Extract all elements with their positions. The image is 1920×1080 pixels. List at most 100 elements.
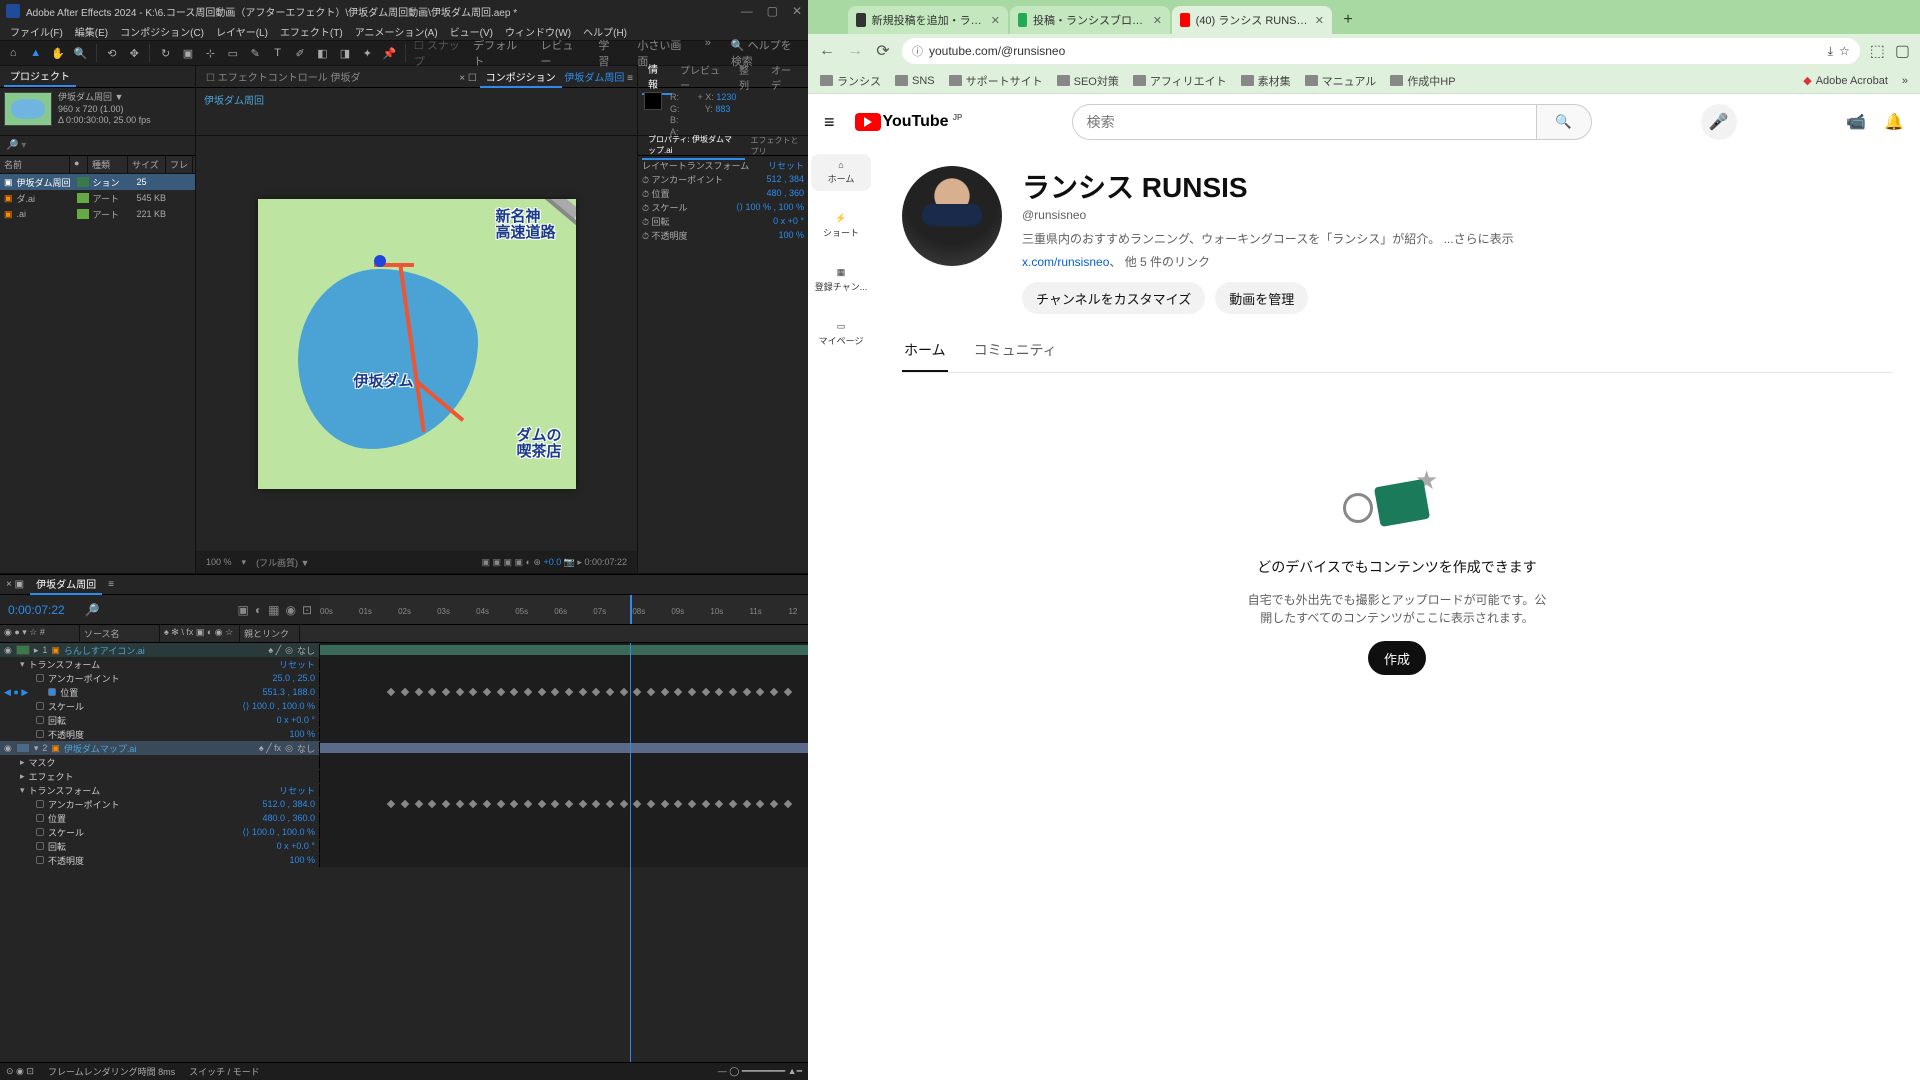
channel-links[interactable]: x.com/runsisneo、 他 5 件のリンク: [1022, 253, 1514, 270]
minimize-icon[interactable]: —: [741, 4, 753, 18]
tl-prop[interactable]: 回転0 x +0.0 °: [0, 839, 808, 853]
tl-prop[interactable]: アンカーポイント25.0 , 25.0: [0, 671, 808, 685]
sidebar-home[interactable]: ⌂ホーム: [811, 154, 871, 191]
search-button[interactable]: 🔍: [1536, 104, 1592, 140]
snap-label[interactable]: スナップ: [414, 40, 460, 68]
extensions-icon[interactable]: ⬚: [1870, 41, 1885, 61]
home-icon[interactable]: ⌂: [6, 45, 20, 61]
project-item[interactable]: ▣伊坂ダム周回ション25: [0, 174, 195, 190]
tab-community[interactable]: コミュニティ: [972, 330, 1059, 372]
customize-channel-button[interactable]: チャンネルをカスタマイズ: [1022, 282, 1205, 314]
anchor-tool-icon[interactable]: ⊹: [203, 45, 217, 61]
reload-button[interactable]: ⟳: [874, 42, 892, 60]
close-tab-icon[interactable]: ✕: [1315, 14, 1324, 27]
current-time[interactable]: 0:00:07:22: [8, 603, 65, 617]
tl-group[interactable]: ▾トランスフォームリセット: [0, 657, 808, 671]
selection-tool-icon[interactable]: ▲: [28, 45, 42, 61]
tl-group[interactable]: ▸マスク: [0, 755, 808, 769]
switch-mode[interactable]: スイッチ / モード: [189, 1065, 260, 1078]
orbit-tool-icon[interactable]: ⟲: [105, 45, 119, 61]
hand-tool-icon[interactable]: ✋: [51, 45, 65, 61]
shape-tool-icon[interactable]: ▭: [226, 45, 240, 61]
channel-description[interactable]: 三重県内のおすすめランニング、ウォーキングコースを「ランシス」が紹介。 ...さ…: [1022, 230, 1514, 247]
tl-prop[interactable]: 不透明度100 %: [0, 853, 808, 867]
tl-prop[interactable]: 位置480.0 , 360.0: [0, 811, 808, 825]
back-button[interactable]: ←: [818, 42, 836, 60]
create-icon[interactable]: 📹: [1846, 112, 1866, 132]
workspace-review[interactable]: レビュー: [541, 37, 579, 69]
install-icon[interactable]: ⤓: [1828, 44, 1833, 59]
restore-icon[interactable]: ▢: [1895, 41, 1910, 61]
tl-group[interactable]: ▸エフェクト: [0, 769, 808, 783]
menu-layer[interactable]: レイヤー(L): [212, 24, 272, 39]
bookmark-folder[interactable]: アフィリエイト: [1133, 73, 1227, 89]
bookmarks-overflow-icon[interactable]: »: [1902, 75, 1908, 87]
tl-prop[interactable]: アンカーポイント512.0 , 384.0: [0, 797, 808, 811]
camera-tool-icon[interactable]: ▣: [181, 45, 195, 61]
sidebar-subscriptions[interactable]: ▦登録チャン...: [811, 261, 871, 299]
info-tab[interactable]: 情報: [642, 59, 672, 95]
create-button[interactable]: 作成: [1368, 641, 1426, 675]
youtube-logo[interactable]: YouTubeJP: [855, 113, 963, 131]
close-tab-icon[interactable]: ✕: [991, 14, 1000, 27]
tl-prop[interactable]: スケール⟨⟩ 100.0 , 100.0 %: [0, 699, 808, 713]
rotate-tool-icon[interactable]: ↻: [158, 45, 172, 61]
hamburger-icon[interactable]: ≡: [824, 112, 835, 133]
workspace-learn[interactable]: 学習: [598, 37, 617, 69]
brush-tool-icon[interactable]: ✐: [293, 45, 307, 61]
viewer-canvas[interactable]: 新名神 高速道路 伊坂ダム ダムの 喫茶店: [196, 136, 637, 551]
audio-tab[interactable]: オーデ: [765, 60, 804, 94]
tl-group[interactable]: ▾トランスフォームリセット: [0, 783, 808, 797]
new-tab-button[interactable]: +: [1334, 6, 1362, 34]
bookmark-folder[interactable]: サポートサイト: [949, 73, 1043, 89]
tl-prop[interactable]: 不透明度100 %: [0, 727, 808, 741]
project-item[interactable]: ▣.aiアート221 KB: [0, 206, 195, 222]
tl-icon[interactable]: ▦: [268, 603, 279, 617]
preview-tab[interactable]: プレビュー: [674, 60, 731, 94]
site-info-icon[interactable]: ⓘ: [912, 43, 923, 59]
browser-tab[interactable]: 投稿・ランシスブログ｜三重流ラン✕: [1010, 6, 1170, 34]
puppet-tool-icon[interactable]: 📌: [383, 45, 397, 61]
bookmark-folder[interactable]: 素材集: [1241, 73, 1291, 89]
tl-icon[interactable]: ▣: [238, 603, 249, 617]
project-tab[interactable]: プロジェクト: [4, 66, 76, 87]
roto-tool-icon[interactable]: ✦: [360, 45, 374, 61]
tab-home[interactable]: ホーム: [902, 330, 948, 372]
tl-icon[interactable]: ◐: [255, 603, 262, 617]
reset-link[interactable]: リセット: [768, 159, 804, 172]
manage-videos-button[interactable]: 動画を管理: [1215, 282, 1308, 314]
close-icon[interactable]: ✕: [792, 4, 802, 18]
menu-composition[interactable]: コンポジション(C): [116, 24, 208, 39]
bookmark-star-icon[interactable]: ☆: [1839, 44, 1850, 58]
pan-tool-icon[interactable]: ✥: [127, 45, 141, 61]
forward-button[interactable]: →: [846, 42, 864, 60]
composition-tab[interactable]: コンポジション: [480, 71, 562, 88]
workspace-default[interactable]: デフォルト: [473, 37, 520, 69]
voice-search-icon[interactable]: 🎤: [1701, 104, 1737, 140]
timeline-layer[interactable]: ◉▾2▣伊坂ダムマップ.ai♠ ╱ fx◎なし: [0, 741, 808, 755]
menu-edit[interactable]: 編集(E): [71, 24, 112, 39]
tl-icon[interactable]: ⊡: [302, 603, 312, 617]
clone-tool-icon[interactable]: ◧: [315, 45, 329, 61]
effects-tab[interactable]: ☐ エフェクトコントロール 伊坂ダ: [200, 67, 367, 86]
tl-icon[interactable]: ◉: [285, 603, 295, 617]
sidebar-shorts[interactable]: ⚡ショート: [811, 207, 871, 245]
tl-prop[interactable]: ◀ ● ▶位置551.3 , 188.0: [0, 685, 808, 699]
close-tab-icon[interactable]: ✕: [1153, 14, 1162, 27]
time-ruler[interactable]: 00s 01s 02s 03s 04s 05s 06s 07s 08s 09s …: [320, 595, 808, 624]
browser-tab[interactable]: (40) ランシス RUNSIS - YouTube✕: [1172, 6, 1332, 34]
bookmark-folder[interactable]: SEO対策: [1057, 73, 1119, 89]
zoom-dropdown[interactable]: 100 %: [206, 557, 232, 567]
menu-effect[interactable]: エフェクト(T): [276, 24, 347, 39]
type-tool-icon[interactable]: T: [270, 45, 284, 61]
notifications-icon[interactable]: 🔔: [1884, 112, 1904, 132]
eraser-tool-icon[interactable]: ◨: [338, 45, 352, 61]
timeline-layer[interactable]: ◉▸1▣らんしすアイコン.ai♠ ╱◎なし: [0, 643, 808, 657]
sidebar-you[interactable]: ▭マイページ: [811, 315, 871, 353]
menu-file[interactable]: ファイル(F): [6, 24, 67, 39]
bookmark-folder[interactable]: ランシス: [820, 73, 881, 89]
bookmark-folder[interactable]: 作成中HP: [1390, 73, 1455, 89]
project-item[interactable]: ▣ダ.aiアート545 KB: [0, 190, 195, 206]
project-search[interactable]: 🔎 ▾: [0, 136, 195, 156]
channel-avatar[interactable]: [902, 166, 1002, 266]
